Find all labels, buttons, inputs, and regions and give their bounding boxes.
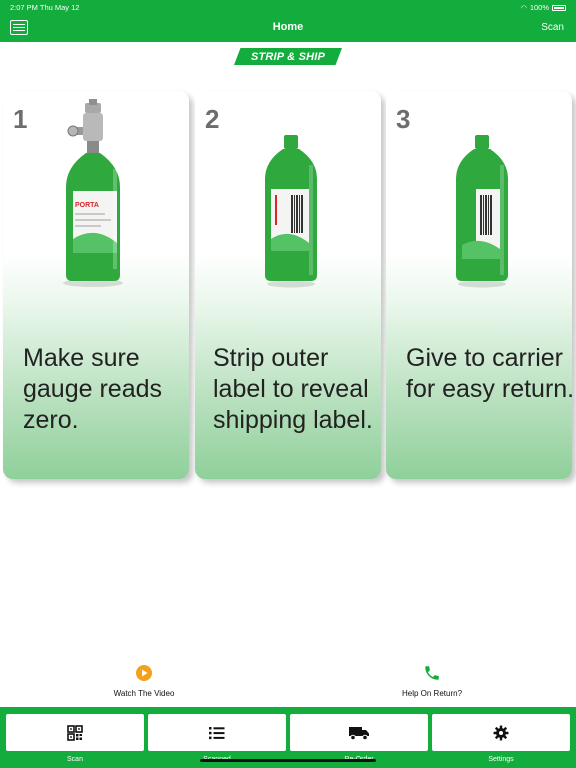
gas-cylinder-with-gauge-icon: PORTA: [63, 99, 123, 287]
truck-icon: [349, 726, 369, 740]
tab-scan[interactable]: [6, 714, 144, 751]
step-card-1: 1 PORTA Make sure gauge reads zero.: [3, 91, 189, 479]
scan-button[interactable]: Scan: [541, 22, 564, 33]
watch-video-label: Watch The Video: [113, 689, 175, 698]
logo-text: STRIP & SHIP: [250, 50, 326, 63]
step-number: 2: [205, 104, 220, 134]
qr-code-icon: [67, 724, 83, 741]
gear-icon: [493, 725, 509, 740]
tab-settings[interactable]: [432, 714, 570, 751]
step-card-2: 2 Strip outer label to reveal shipping l…: [195, 91, 381, 479]
strip-and-ship-logo: STRIP & SHIP: [234, 48, 342, 65]
cylinder-label-text: PORTA: [75, 202, 99, 209]
help-on-return-label: Help On Return?: [401, 689, 463, 698]
battery-percent: 100%: [529, 3, 549, 12]
gas-cylinder-icon: [456, 135, 508, 288]
wifi-icon: ◠: [520, 4, 527, 12]
step-card-3: 3 Give to carrier for easy return.: [386, 91, 574, 479]
step-text: Strip outer label to reveal shipping lab…: [213, 344, 373, 434]
status-right: ◠ 100%: [521, 3, 566, 12]
step-number: 3: [396, 104, 411, 134]
battery-icon: [552, 4, 566, 11]
status-bar: 2:07 PM Thu May 12 ◠ 100%: [0, 0, 576, 14]
tab-scan-label: Scan: [67, 756, 83, 763]
phone-icon: [425, 666, 439, 680]
list-icon: [209, 726, 225, 739]
home-indicator: [200, 759, 376, 762]
page-title: Home: [272, 21, 304, 33]
step-text: Give to carrier for easy return.: [406, 344, 575, 403]
gas-cylinder-icon: [265, 135, 317, 288]
tab-settings-label: Settings: [488, 756, 514, 763]
step-number: 1: [13, 104, 28, 134]
help-on-return-button[interactable]: Help On Return?: [367, 663, 497, 698]
tab-re-order[interactable]: [290, 714, 428, 751]
play-circle-icon: [136, 665, 152, 681]
step-text: Make sure gauge reads zero.: [23, 344, 163, 434]
nav-bar: Home Scan: [0, 14, 576, 42]
status-time: 2:07 PM Thu May 12: [10, 3, 80, 12]
watch-video-button[interactable]: Watch The Video: [79, 663, 209, 698]
tab-scanned[interactable]: [148, 714, 286, 751]
